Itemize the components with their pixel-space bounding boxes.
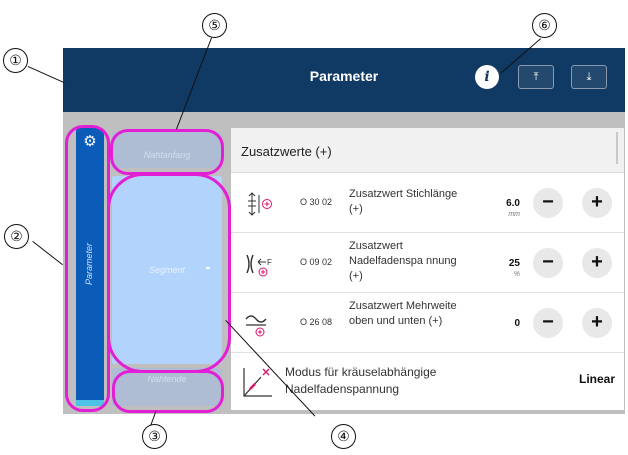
highlight-segment	[107, 173, 231, 373]
increase-button[interactable]: +	[582, 248, 612, 278]
decrease-button[interactable]: −	[533, 308, 563, 338]
list-title: Zusatzwerte (+)	[241, 144, 332, 159]
header-bar: Parameter i ⤒ ⤓	[63, 48, 625, 112]
mode-row[interactable]: Modus für kräuselabhängige Nadelfadenspa…	[231, 353, 624, 410]
callout-1: ①	[3, 48, 28, 73]
parameter-unit: %	[513, 271, 520, 278]
download-button[interactable]: ⤓	[571, 65, 607, 89]
highlight-nahtanfang	[110, 129, 224, 175]
highlight-tab	[65, 125, 110, 412]
parameter-code: O 09 02	[300, 257, 333, 267]
parameter-value: 0	[514, 318, 520, 329]
upload-button[interactable]: ⤒	[518, 65, 554, 89]
parameter-code: O 26 08	[300, 317, 333, 327]
parameter-value: 25	[508, 258, 520, 269]
stitch-length-icon	[245, 191, 275, 217]
decrease-button[interactable]: −	[533, 248, 563, 278]
callout-line-1	[27, 66, 65, 84]
info-icon[interactable]: i	[475, 65, 499, 89]
parameter-code: O 30 02	[300, 197, 333, 207]
callout-2: ②	[4, 224, 29, 249]
parameter-unit: mm	[508, 211, 520, 218]
parameter-list: Zusatzwerte (+) O 30 02 Zusatzwert Stich…	[231, 128, 624, 410]
increase-button[interactable]: +	[582, 308, 612, 338]
list-item: F O 09 02 Zusatzwert Nadelfadenspa nnung…	[231, 233, 624, 293]
svg-text:F: F	[267, 258, 272, 267]
parameter-label: Zusatzwert Stichlänge (+)	[349, 188, 458, 215]
gather-curve-icon	[241, 365, 275, 399]
callout-3: ③	[142, 424, 167, 449]
increase-button[interactable]: +	[582, 188, 612, 218]
list-item: O 30 02 Zusatzwert Stichlänge (+) 6.0 mm…	[231, 173, 624, 233]
callout-line-2	[32, 241, 63, 266]
mode-value: Linear	[578, 372, 615, 386]
list-header[interactable]: Zusatzwerte (+)	[231, 128, 624, 173]
callout-5: ⑤	[202, 13, 227, 38]
callout-6: ⑥	[532, 13, 557, 38]
callout-4: ④	[331, 424, 356, 449]
list-item: O 26 08 Zusatzwert Mehrweite oben und un…	[231, 293, 624, 353]
parameter-label: Zusatzwert Mehrweite oben und unten (+)	[349, 300, 457, 327]
fullness-icon	[245, 311, 275, 337]
parameter-value: 6.0	[506, 198, 520, 209]
scrollbar[interactable]	[616, 132, 618, 164]
mode-label: Modus für kräuselabhängige Nadelfadenspa…	[285, 365, 437, 396]
parameter-label: Zusatzwert Nadelfadenspa nnung (+)	[349, 240, 457, 282]
highlight-nahtende	[112, 370, 224, 413]
decrease-button[interactable]: −	[533, 188, 563, 218]
thread-tension-icon: F	[245, 251, 275, 277]
